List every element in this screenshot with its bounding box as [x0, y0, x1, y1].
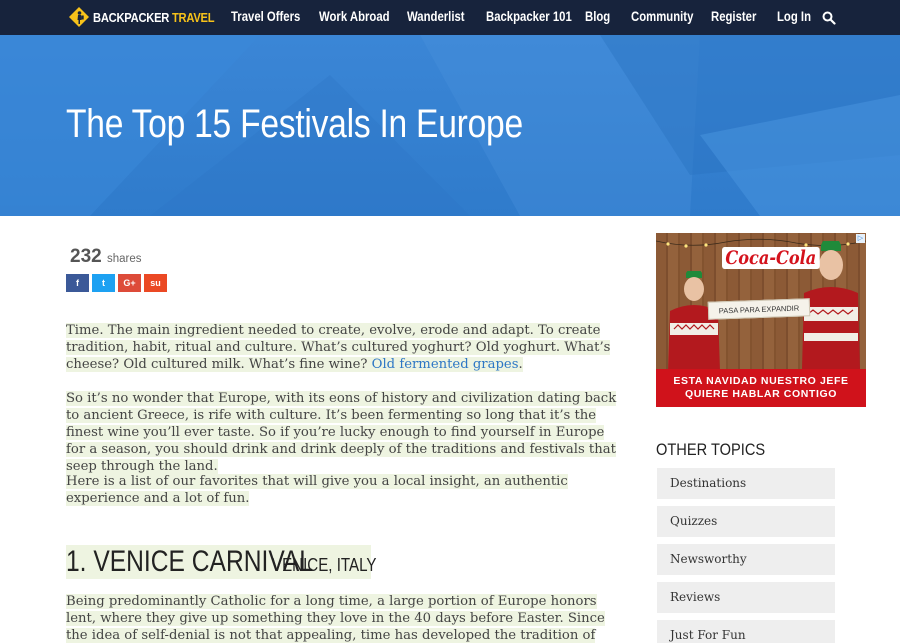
ad-expand-sign[interactable]: PASA PARA EXPANDIR: [707, 298, 811, 320]
stumbleupon-icon: su: [150, 278, 161, 288]
article-paragraph-1: Time. The main ingredient needed to crea…: [66, 323, 611, 372]
twitter-icon: t: [102, 278, 105, 288]
article-paragraph-2: So it’s no wonder that Europe, with its …: [66, 391, 617, 474]
page-title: The Top 15 Festivals In Europe: [66, 102, 523, 146]
search-icon[interactable]: [822, 10, 836, 25]
top-navigation-bar: BACKPACKER TRAVEL Travel Offers Work Abr…: [0, 0, 900, 35]
adchoices-icon[interactable]: ▷: [856, 234, 865, 243]
section-location: VENICE, ITALY: [272, 555, 377, 575]
twitter-share-button[interactable]: t: [92, 274, 115, 292]
nav-item-register[interactable]: Register: [711, 9, 756, 27]
nav-item-travel-offers[interactable]: Travel Offers: [231, 9, 300, 27]
facebook-icon: f: [76, 278, 79, 288]
nav-item-backpacker-101[interactable]: Backpacker 101: [486, 9, 572, 27]
share-count: 232: [70, 246, 102, 267]
backpacker-logo-icon: [68, 6, 90, 28]
site-logo[interactable]: BACKPACKER TRAVEL: [68, 6, 234, 28]
nav-item-community[interactable]: Community: [631, 9, 693, 27]
logo-word-backpacker: BACKPACKER: [93, 9, 170, 25]
nav-item-log-in[interactable]: Log In: [777, 9, 811, 27]
facebook-share-button[interactable]: f: [66, 274, 89, 292]
sidebar-topic-just-for-fun[interactable]: Just For Fun: [657, 620, 835, 643]
logo-word-travel: TRAVEL: [171, 9, 215, 25]
old-fermented-grapes-link[interactable]: Old fermented grapes: [371, 357, 519, 372]
stumbleupon-share-button[interactable]: su: [144, 274, 167, 292]
article-paragraph-3: Here is a list of our favorites that wil…: [66, 474, 568, 506]
google-plus-share-button[interactable]: G+: [118, 274, 141, 292]
nav-item-wanderlist[interactable]: Wanderlist: [407, 9, 465, 27]
nav-item-blog[interactable]: Blog: [585, 9, 610, 27]
article-paragraph-4: Being predominantly Catholic for a long …: [66, 593, 626, 643]
ad-tagline: ESTA NAVIDAD NUESTRO JEFE QUIERE HABLAR …: [656, 369, 866, 407]
nav-item-work-abroad[interactable]: Work Abroad: [319, 9, 390, 27]
other-topics-heading: OTHER TOPICS: [656, 440, 766, 459]
sidebar-topic-quizzes[interactable]: Quizzes: [657, 506, 835, 537]
man-in-christmas-sweater-left: [668, 271, 720, 371]
share-label: shares: [107, 253, 142, 265]
advertisement-banner[interactable]: Coca-Cola PASA PARA EXPANDIR ESTA NAVIDA…: [656, 233, 866, 407]
section-heading-venice-carnival: 1. VENICE CARNIVAL VENICE, ITALY: [66, 545, 376, 579]
ad-brand-logo: Coca-Cola: [722, 247, 820, 269]
sidebar-topic-destinations[interactable]: Destinations: [657, 468, 835, 499]
sidebar-topic-reviews[interactable]: Reviews: [657, 582, 835, 613]
sidebar-topic-newsworthy[interactable]: Newsworthy: [657, 544, 835, 575]
hero-banner: The Top 15 Festivals In Europe: [0, 35, 900, 216]
google-plus-icon: G+: [123, 278, 136, 288]
